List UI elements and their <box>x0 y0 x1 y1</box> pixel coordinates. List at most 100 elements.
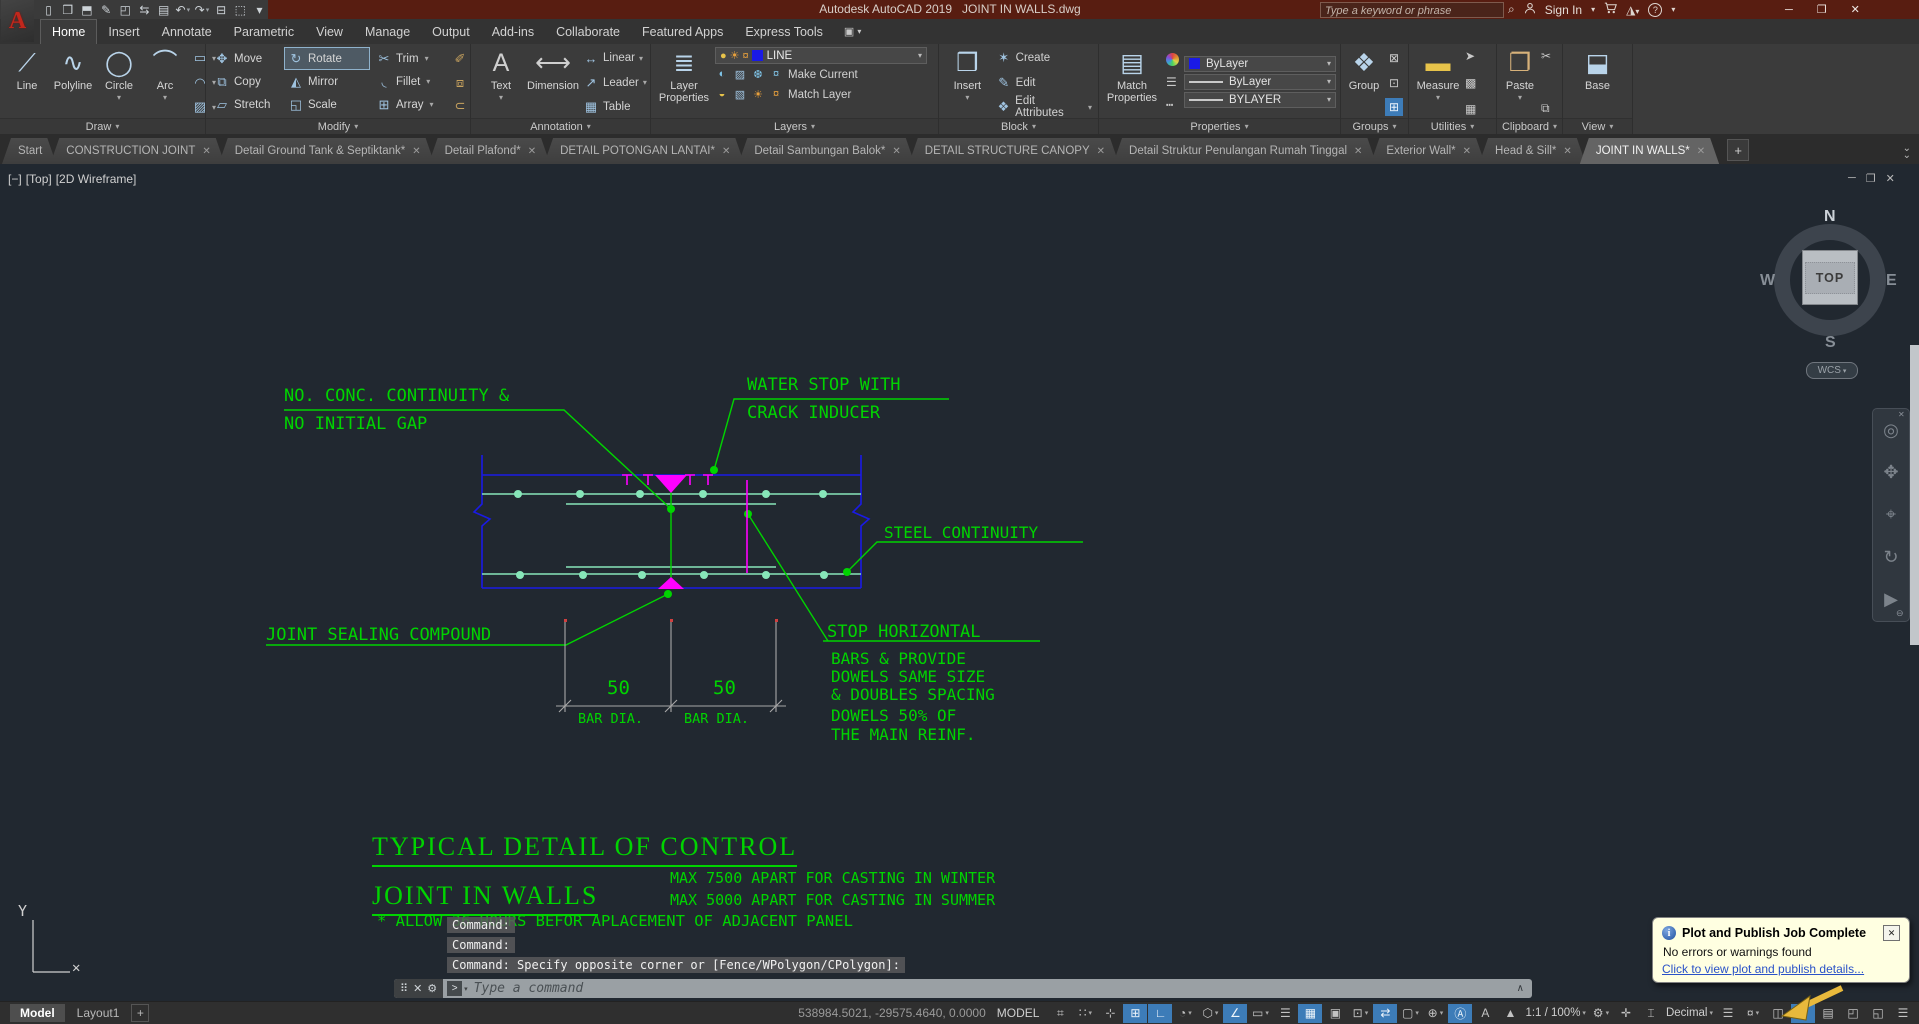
make-current-button[interactable]: Make Current <box>788 69 858 81</box>
close-tab-icon[interactable] <box>1697 146 1705 157</box>
file-tab[interactable]: Head & Sill* <box>1479 138 1586 164</box>
property-select[interactable]: ByLayer <box>1184 74 1336 90</box>
layer-lock-icon[interactable]: ¤ <box>769 68 783 81</box>
modify-panel-label[interactable]: Modify <box>206 118 470 134</box>
group-button[interactable]: ❖ Group <box>1345 47 1383 118</box>
grid-display-icon[interactable]: ⌗ <box>1048 1004 1072 1023</box>
draw-panel-label[interactable]: Draw <box>0 118 205 134</box>
layer-properties-button[interactable]: ≣ Layer Properties <box>655 47 713 118</box>
view-cube-top-face[interactable]: TOP <box>1802 250 1858 305</box>
edit-attributes-button[interactable]: ❖Edit Attributes <box>996 98 1092 116</box>
annotation-visibility-icon[interactable]: Ⓐ <box>1448 1004 1472 1023</box>
ribbon-display-toggle[interactable]: ▣ <box>844 19 861 44</box>
sheet-set-icon[interactable]: ⊟ <box>213 2 230 18</box>
circle-button[interactable]: ◯Circle <box>96 47 142 118</box>
polyline-button[interactable]: ∿Polyline <box>50 47 96 118</box>
file-tab[interactable]: Detail Plafond* <box>429 138 550 164</box>
pan-icon[interactable]: ✥ <box>1883 462 1898 483</box>
qat-more-icon[interactable]: ▾ <box>251 2 268 18</box>
command-input[interactable] <box>472 980 1517 997</box>
file-tab[interactable]: CONSTRUCTION JOINT <box>50 138 224 164</box>
transparency-icon[interactable]: ▦ <box>1298 1004 1322 1023</box>
layer-freeze-icon[interactable]: ❆ <box>751 68 765 81</box>
file-tab[interactable]: Detail Struktur Penulangan Rumah Tinggal <box>1113 138 1376 164</box>
dimension-button[interactable]: ⟷Dimension <box>527 47 579 118</box>
share-icon[interactable]: ◮▾ <box>1626 3 1639 17</box>
open-file-icon[interactable]: ❒ <box>59 2 76 18</box>
close-tab-icon[interactable] <box>528 146 536 157</box>
layout1-tab[interactable]: Layout1 <box>67 1004 130 1022</box>
view-cube[interactable]: TOP N W E S <box>1774 224 1886 336</box>
arc-button[interactable]: ⌒Arc <box>142 47 188 118</box>
annotation-scale-label[interactable]: 1:1 / 100% <box>1523 1004 1588 1023</box>
object-snap-2d-icon[interactable]: ▭ <box>1248 1004 1272 1023</box>
compass-west[interactable]: W <box>1760 272 1775 290</box>
selection-filtering-icon[interactable]: ▢ <box>1398 1004 1422 1023</box>
ortho-mode-icon[interactable]: ∟ <box>1148 1004 1172 1023</box>
move-button[interactable]: ✥Move <box>210 47 282 70</box>
notification-link[interactable]: Click to view plot and publish details..… <box>1662 962 1900 976</box>
layer-unisolate-icon[interactable]: ▨ <box>733 68 747 81</box>
save-as-icon[interactable]: ✎ <box>98 2 115 18</box>
ribbon-tab[interactable]: View <box>305 19 354 44</box>
autocad-logo[interactable]: A <box>1 0 34 42</box>
search-box[interactable] <box>1320 2 1504 18</box>
zoom-icon[interactable]: ⌖ <box>1886 504 1896 525</box>
ribbon-tab[interactable]: Annotate <box>151 19 223 44</box>
insert-block-button[interactable]: ❒ Insert <box>943 47 992 118</box>
trim-button[interactable]: ✂Trim <box>372 47 448 70</box>
group-edit-icon[interactable]: ⊡ <box>1385 74 1403 92</box>
close-tab-icon[interactable] <box>1354 146 1362 157</box>
units-icon[interactable]: ⌶ <box>1639 1004 1663 1023</box>
gizmo-icon[interactable]: ⊕ <box>1423 1004 1447 1023</box>
sign-in-menu-icon[interactable]: ▾ <box>1591 5 1595 14</box>
ribbon-tab[interactable]: Collaborate <box>545 19 631 44</box>
match-properties-button[interactable]: ▤ Match Properties <box>1103 47 1161 118</box>
lasso-icon[interactable]: ⊂ <box>450 96 470 116</box>
layer-isolate-icon[interactable]: ◐ <box>715 68 729 81</box>
customization-icon[interactable]: ☰ <box>1891 1004 1915 1023</box>
property-select[interactable]: BYLAYER <box>1184 92 1336 108</box>
array-button[interactable]: ⊞Array <box>372 93 448 116</box>
layer-select[interactable]: ●☀¤ LINE <box>715 47 927 64</box>
quick-properties-icon[interactable]: ☰ <box>1716 1004 1740 1023</box>
file-tab[interactable]: DETAIL STRUCTURE CANOPY <box>909 138 1119 164</box>
help-menu-icon[interactable]: ▾ <box>1671 5 1675 14</box>
close-tab-icon[interactable] <box>1563 146 1571 157</box>
file-tab[interactable]: JOINT IN WALLS* <box>1580 138 1719 164</box>
close-tab-icon[interactable] <box>1463 146 1471 157</box>
edit-block-button[interactable]: ✎Edit <box>996 74 1092 92</box>
command-collapse-icon[interactable]: ∧ <box>1517 983 1524 994</box>
layer-off-icon[interactable]: ◒ <box>715 88 729 101</box>
erase-icon[interactable]: ✐ <box>450 49 470 69</box>
ribbon-tab[interactable]: Home <box>40 19 97 44</box>
block-panel-label[interactable]: Block <box>939 118 1098 134</box>
scale-button[interactable]: ◱Scale <box>284 93 370 116</box>
copy-button[interactable]: ⧉Copy <box>210 70 282 93</box>
autoscale-icon[interactable]: A <box>1473 1004 1497 1023</box>
view-panel-label[interactable]: View <box>1563 118 1632 134</box>
command-grip-icon[interactable]: ⠿ <box>400 982 408 995</box>
utilities-panel-label[interactable]: Utilities <box>1409 118 1496 134</box>
undo-icon[interactable]: ↶ <box>174 2 191 18</box>
copy-clip-icon[interactable]: ⧉ <box>1541 101 1551 116</box>
snap-mode-icon[interactable]: ∷ <box>1073 1004 1097 1023</box>
dynamic-ucs-icon[interactable]: ⇄ <box>1373 1004 1397 1023</box>
compass-south[interactable]: S <box>1825 334 1836 352</box>
new-layout-button[interactable]: + <box>131 1004 149 1022</box>
new-tab-button[interactable]: + <box>1727 139 1749 161</box>
search-input[interactable] <box>1321 4 1503 18</box>
orbit-icon[interactable]: ↻ <box>1883 547 1898 568</box>
compass-north[interactable]: N <box>1824 208 1836 226</box>
annotation-scale-icon[interactable]: ▲ <box>1498 1004 1522 1023</box>
match-layer-button[interactable]: Match Layer <box>788 89 851 101</box>
measure-button[interactable]: ▬ Measure <box>1413 47 1463 118</box>
groups-panel-label[interactable]: Groups <box>1341 118 1408 134</box>
minimize-button[interactable]: ─ <box>1785 4 1793 16</box>
layer-unlock2-icon[interactable]: ¤ <box>769 88 783 101</box>
layer-walk-icon[interactable]: ▧ <box>733 88 747 101</box>
fillet-button[interactable]: ◟Fillet <box>372 70 448 93</box>
dynamic-input-icon[interactable]: ⊞ <box>1123 1004 1147 1023</box>
quick-calc-icon[interactable]: ▦ <box>1465 102 1476 116</box>
close-tab-icon[interactable] <box>722 146 730 157</box>
